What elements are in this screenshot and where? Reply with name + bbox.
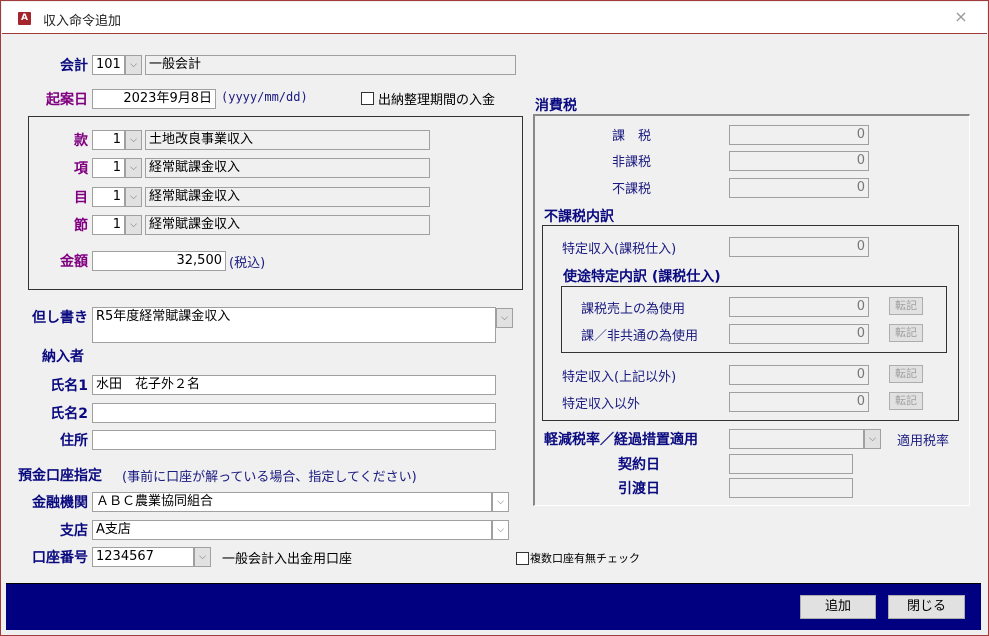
name2-label: 氏名2 — [50, 406, 88, 422]
fukazei-breakdown-label: 不課税内訳 — [544, 209, 614, 225]
address-input[interactable] — [92, 430, 496, 450]
suito-period-label: 出納整理期間の入金 — [378, 93, 496, 108]
tokutei-other-label: 特定収入(上記以外) — [562, 370, 677, 385]
setsu-name-field: 経常賦課金収入 — [145, 215, 430, 235]
institution-label: 金融機関 — [32, 495, 88, 511]
applied-rate-label: 適用税率 — [897, 434, 950, 449]
moku-name-field: 経常賦課金収入 — [145, 187, 430, 207]
date-format-hint: (yyyy/mm/dd) — [221, 90, 308, 104]
payer-section-label: 納入者 — [42, 349, 84, 365]
kou-code-combo[interactable]: 1 — [92, 158, 125, 178]
access-app-icon: A — [18, 12, 31, 25]
institution-combo[interactable]: ＡＢＣ農業協同組合 — [92, 492, 492, 512]
kaikei-code-combo[interactable]: 101 — [92, 55, 125, 75]
amount-input[interactable]: 32,500 — [92, 251, 226, 271]
account-description: 一般会計入出金用口座 — [222, 552, 353, 567]
tokutei-kazei-value: 0 — [729, 237, 869, 257]
kyoutsu-value: 0 — [729, 324, 869, 344]
hikazei-value: 0 — [729, 151, 869, 171]
close-icon[interactable]: × — [952, 8, 970, 26]
delivery-date-label: 引渡日 — [618, 481, 660, 497]
delivery-date-input[interactable] — [729, 478, 853, 498]
kyoutsu-transfer-button[interactable]: 転記 — [889, 324, 923, 342]
multi-account-label: 複数口座有無チェック — [530, 552, 640, 565]
tokutei-other-transfer-button[interactable]: 転記 — [889, 365, 923, 383]
name2-input[interactable] — [92, 403, 496, 423]
kan-code-combo[interactable]: 1 — [92, 130, 125, 150]
setsu-code-combo[interactable]: 1 — [92, 215, 125, 235]
kaikei-name-field: 一般会計 — [145, 55, 516, 75]
kazei-uriage-value: 0 — [729, 297, 869, 317]
account-number-combo[interactable]: 1234567 — [92, 547, 194, 567]
hikazei-label: 非課税 — [612, 155, 652, 170]
fukazei-value: 0 — [729, 178, 869, 198]
contract-date-label: 契約日 — [618, 457, 660, 473]
kyoutsu-label: 課／非共通の為使用 — [581, 329, 699, 344]
kazei-value: 0 — [729, 125, 869, 145]
tokutei-igai-value: 0 — [729, 392, 869, 412]
name1-input[interactable]: 水田 花子外２名 — [92, 375, 496, 395]
tokutei-igai-transfer-button[interactable]: 転記 — [889, 392, 923, 410]
kaikei-label: 会計 — [60, 58, 88, 74]
branch-combo[interactable]: A支店 — [92, 520, 492, 540]
kazei-label: 課 税 — [612, 129, 652, 144]
kan-dropdown-icon[interactable]: ⌵ — [125, 130, 142, 150]
close-button[interactable]: 閉じる — [888, 595, 965, 619]
kaikei-dropdown-icon[interactable]: ⌵ — [125, 55, 142, 75]
reduced-rate-label: 軽減税率／経過措置適用 — [544, 432, 698, 448]
reduced-rate-combo[interactable] — [729, 429, 864, 449]
window-title: 収入命令追加 — [43, 14, 122, 29]
contract-date-input[interactable] — [729, 454, 853, 474]
tokutei-igai-label: 特定収入以外 — [562, 397, 641, 412]
tokutei-kazei-label: 特定収入(課税仕入) — [562, 242, 677, 257]
kazei-uriage-label: 課税売上の為使用 — [581, 302, 686, 317]
bank-section-label: 預金口座指定 — [18, 468, 102, 484]
tokutei-other-value: 0 — [729, 365, 869, 385]
bank-section-note: (事前に口座が解っている場合、指定してください) — [122, 470, 417, 485]
tadashigaki-label: 但し書き — [32, 310, 88, 326]
kan-label: 款 — [74, 133, 88, 149]
name1-label: 氏名1 — [50, 378, 88, 394]
address-label: 住所 — [60, 433, 88, 449]
account-number-label: 口座番号 — [32, 550, 88, 566]
moku-label: 目 — [74, 190, 88, 206]
tadashigaki-input[interactable]: R5年度経常賦課金収入 — [92, 307, 496, 343]
multi-account-checkbox[interactable] — [516, 552, 529, 565]
amount-label: 金額 — [60, 254, 88, 270]
moku-code-combo[interactable]: 1 — [92, 187, 125, 207]
reduced-rate-dropdown-icon[interactable]: ⌵ — [864, 429, 881, 449]
kou-label: 項 — [74, 161, 88, 177]
setsu-dropdown-icon[interactable]: ⌵ — [125, 215, 142, 235]
usage-breakdown-label: 使途特定内訳 (課税仕入) — [563, 269, 721, 285]
kiangbi-label: 起案日 — [46, 92, 88, 108]
moku-dropdown-icon[interactable]: ⌵ — [125, 187, 142, 207]
add-button[interactable]: 追加 — [800, 595, 876, 619]
kazei-uriage-transfer-button[interactable]: 転記 — [889, 297, 923, 315]
consumption-tax-label: 消費税 — [535, 98, 577, 114]
kou-name-field: 経常賦課金収入 — [145, 158, 430, 178]
kan-name-field: 土地改良事業収入 — [145, 130, 430, 150]
branch-label: 支店 — [60, 523, 88, 539]
institution-dropdown-icon[interactable]: ⌵ — [492, 492, 509, 512]
tax-included-note: (税込) — [229, 256, 266, 271]
kou-dropdown-icon[interactable]: ⌵ — [125, 158, 142, 178]
branch-dropdown-icon[interactable]: ⌵ — [492, 520, 509, 540]
fukazei-label: 不課税 — [612, 182, 652, 197]
suito-period-checkbox[interactable] — [361, 92, 374, 105]
account-number-dropdown-icon[interactable]: ⌵ — [194, 547, 211, 567]
setsu-label: 節 — [74, 218, 88, 234]
title-bar: A 収入命令追加 × — [2, 2, 987, 34]
tadashigaki-dropdown-icon[interactable]: ⌵ — [496, 308, 513, 328]
kiangbi-date-input[interactable]: 2023年9月8日 — [92, 89, 216, 109]
